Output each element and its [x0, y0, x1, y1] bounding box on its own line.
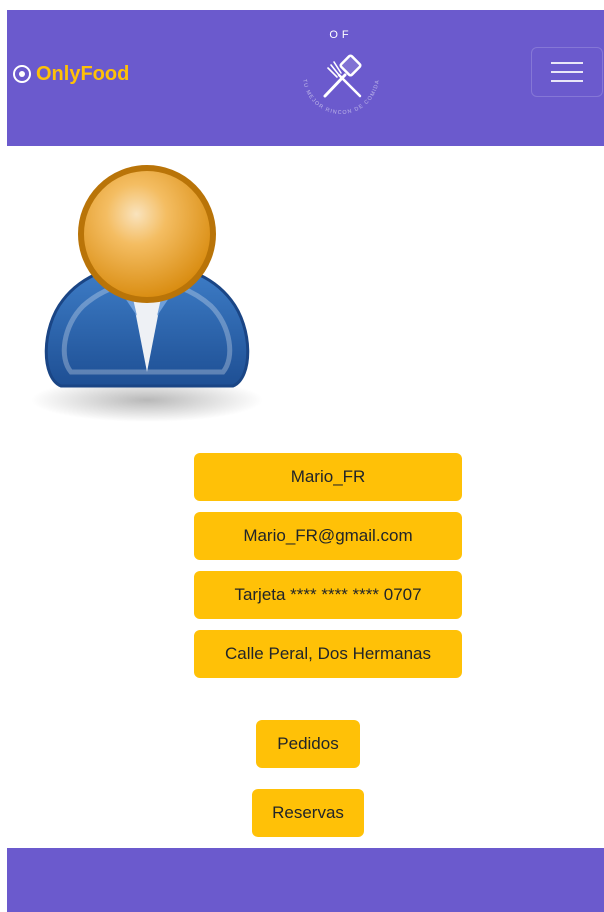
email-field: Mario_FR@gmail.com [194, 512, 462, 560]
menu-bar [551, 62, 583, 64]
brand-name: OnlyFood [36, 62, 130, 85]
address-field: Calle Peral, Dos Hermanas [194, 630, 462, 678]
navbar: OnlyFood OF TU MEJOR RINCON DE COMIDA [7, 10, 604, 146]
card-field: Tarjeta **** **** **** 0707 [194, 571, 462, 619]
logo-tagline: TU MEJOR RINCON DE COMIDA [301, 79, 381, 116]
profile-info: Mario_FR Mario_FR@gmail.com Tarjeta ****… [194, 453, 462, 689]
footer [7, 848, 604, 912]
orders-button[interactable]: Pedidos [256, 720, 360, 768]
menu-bar [551, 80, 583, 82]
logo-initials: OF [329, 29, 352, 41]
brand-link[interactable]: OnlyFood [13, 60, 129, 88]
page: OnlyFood OF TU MEJOR RINCON DE COMIDA Ma… [7, 10, 604, 912]
user-avatar-icon [31, 165, 263, 422]
hamburger-menu-icon[interactable] [531, 47, 603, 97]
menu-bar [551, 71, 583, 73]
onlyfood-logo: OF TU MEJOR RINCON DE COMIDA [301, 29, 381, 116]
username-field: Mario_FR [194, 453, 462, 501]
reservations-button[interactable]: Reservas [252, 789, 364, 837]
spatula-fork-icon [323, 54, 362, 98]
circle-dot-icon [13, 65, 31, 83]
